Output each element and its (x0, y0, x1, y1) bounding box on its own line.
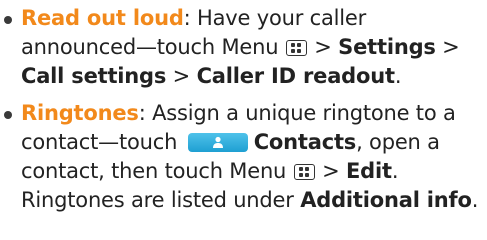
menu-key-icon (285, 40, 307, 56)
call-settings-label: Call settings (21, 64, 167, 88)
separator: > (166, 64, 197, 88)
term-colon: : (183, 6, 191, 30)
caller-id-readout-label: Caller ID readout (196, 64, 395, 88)
separator: > (435, 35, 460, 59)
contacts-label: Contacts (253, 130, 357, 154)
additional-info-label: Additional info (300, 188, 472, 212)
separator: > (315, 159, 346, 183)
list-item-ringtones: Ringtones: Assign a unique ringtone to a… (0, 99, 487, 215)
term-read-out-loud: Read out loud (21, 6, 184, 30)
settings-label: Settings (338, 35, 436, 59)
item-end: . (471, 188, 479, 212)
list-item-read-out-loud: Read out loud: Have your caller announce… (0, 4, 487, 91)
bullet-icon (4, 16, 12, 24)
bullet-icon (4, 111, 12, 119)
contacts-person-icon (187, 133, 248, 152)
tips-list: Read out loud: Have your caller announce… (0, 0, 487, 215)
item-end: . (394, 64, 402, 88)
term-colon: : (138, 101, 146, 125)
edit-label: Edit (346, 159, 392, 183)
term-ringtones: Ringtones (21, 101, 139, 125)
menu-key-icon (293, 164, 315, 180)
separator: > (307, 35, 339, 59)
